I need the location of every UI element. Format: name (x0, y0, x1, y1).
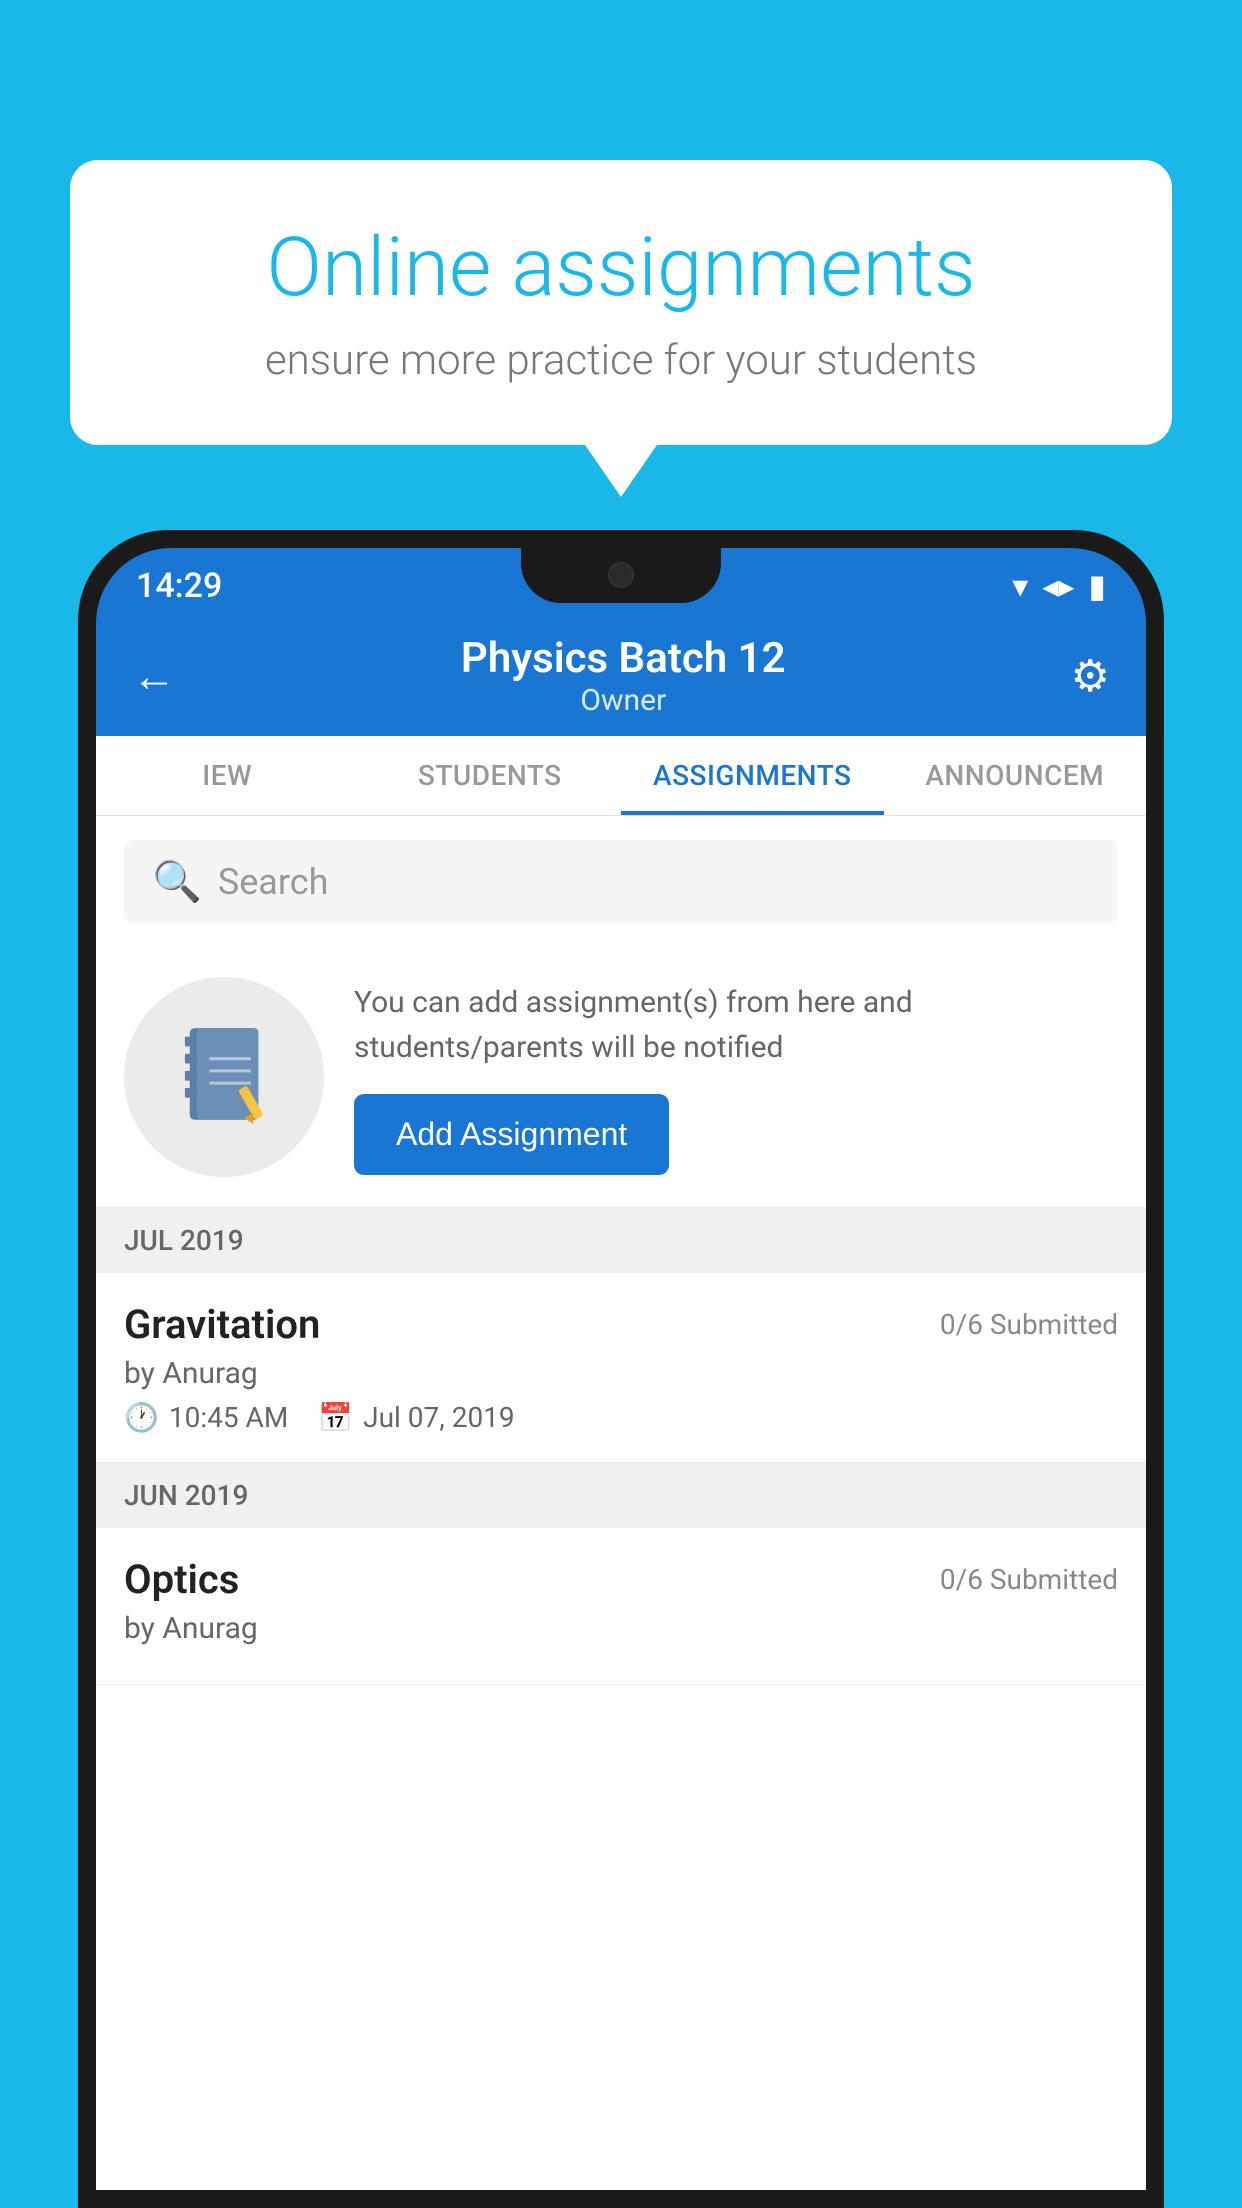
battery-icon: ▮ (1088, 567, 1106, 605)
assignment-item-gravitation[interactable]: Gravitation 0/6 Submitted by Anurag 🕐 10… (96, 1273, 1146, 1463)
bubble-title: Online assignments (140, 220, 1102, 316)
wifi-icon: ▾ (1012, 567, 1028, 605)
back-button[interactable]: ← (132, 650, 176, 702)
search-icon: 🔍 (152, 858, 202, 905)
clock-icon: 🕐 (124, 1401, 159, 1434)
optics-title: Optics (124, 1556, 239, 1603)
tab-students[interactable]: STUDENTS (359, 736, 622, 815)
phone-frame: 14:29 ▾ ◂▸ ▮ ← Physics Batch 12 Owner ⚙ … (78, 530, 1164, 2208)
status-time: 14:29 (136, 566, 222, 606)
assignment-title: Gravitation (124, 1301, 320, 1348)
calendar-icon: 📅 (318, 1401, 353, 1434)
assignment-top: Gravitation 0/6 Submitted (124, 1301, 1118, 1348)
search-bar[interactable]: 🔍 Search (124, 840, 1118, 923)
tab-announcements[interactable]: ANNOUNCEM (884, 736, 1147, 815)
promo-section: Online assignments ensure more practice … (70, 160, 1172, 445)
add-assignment-button[interactable]: Add Assignment (354, 1094, 669, 1175)
speech-bubble: Online assignments ensure more practice … (70, 160, 1172, 445)
content-area: 🔍 Search (96, 816, 1146, 2190)
bubble-subtitle: ensure more practice for your students (140, 336, 1102, 385)
empty-state: You can add assignment(s) from here and … (96, 947, 1146, 1208)
tab-iew[interactable]: IEW (96, 736, 359, 815)
phone-notch (521, 548, 721, 603)
assignment-item-optics[interactable]: Optics 0/6 Submitted by Anurag (96, 1528, 1146, 1685)
settings-button[interactable]: ⚙ (1071, 650, 1110, 702)
status-icons: ▾ ◂▸ ▮ (1012, 567, 1106, 605)
app-bar-title: Physics Batch 12 (461, 634, 786, 683)
phone-screen: 14:29 ▾ ◂▸ ▮ ← Physics Batch 12 Owner ⚙ … (96, 548, 1146, 2190)
camera (608, 562, 634, 588)
search-placeholder: Search (218, 861, 329, 903)
notebook-icon-circle (124, 977, 324, 1177)
assignment-date: 📅 Jul 07, 2019 (318, 1401, 514, 1434)
empty-state-right: You can add assignment(s) from here and … (354, 980, 1118, 1175)
tabs: IEW STUDENTS ASSIGNMENTS ANNOUNCEM (96, 736, 1146, 816)
section-header-jun: JUN 2019 (96, 1463, 1146, 1528)
optics-top: Optics 0/6 Submitted (124, 1556, 1118, 1603)
assignment-author: by Anurag (124, 1356, 1118, 1391)
optics-author: by Anurag (124, 1611, 1118, 1646)
assignment-time: 🕐 10:45 AM (124, 1401, 288, 1434)
app-bar-center: Physics Batch 12 Owner (461, 634, 786, 718)
signal-icon: ◂▸ (1042, 567, 1074, 605)
empty-state-description: You can add assignment(s) from here and … (354, 980, 1118, 1070)
tab-assignments[interactable]: ASSIGNMENTS (621, 736, 884, 815)
assignment-submitted: 0/6 Submitted (940, 1308, 1118, 1341)
optics-submitted: 0/6 Submitted (940, 1563, 1118, 1596)
app-bar: ← Physics Batch 12 Owner ⚙ (96, 616, 1146, 736)
notebook-icon (174, 1022, 274, 1132)
assignment-meta: 🕐 10:45 AM 📅 Jul 07, 2019 (124, 1401, 1118, 1434)
section-header-jul: JUL 2019 (96, 1208, 1146, 1273)
app-bar-subtitle: Owner (461, 683, 786, 718)
